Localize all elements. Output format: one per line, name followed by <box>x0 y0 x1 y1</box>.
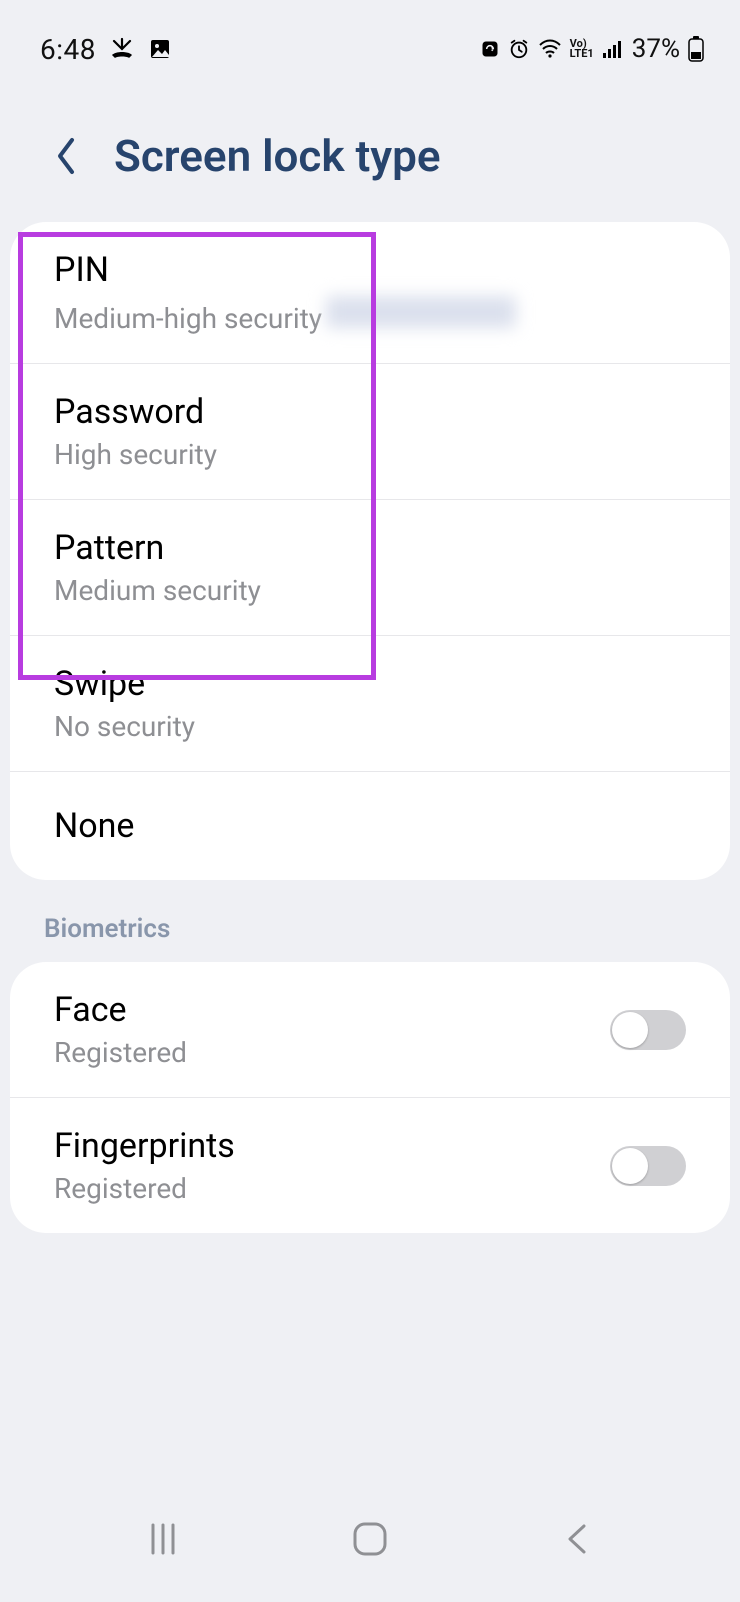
alarm-icon <box>508 38 530 60</box>
battery-text: 37% <box>632 34 680 64</box>
biometrics-card: Face Registered Fingerprints Registered <box>10 962 730 1233</box>
missed-call-icon <box>110 37 134 61</box>
fingerprints-toggle[interactable] <box>610 1146 686 1186</box>
back-button[interactable] <box>46 136 86 176</box>
option-pattern-sub: Medium security <box>54 574 261 607</box>
section-biometrics-header: Biometrics <box>0 880 740 962</box>
signal-icon <box>602 39 624 59</box>
wifi-icon <box>538 39 562 59</box>
nav-recents[interactable] <box>118 1509 208 1569</box>
option-none-title: None <box>54 806 134 846</box>
page-header: Screen lock type <box>0 70 740 222</box>
status-left: 6:48 <box>40 33 172 66</box>
battery-icon <box>688 36 704 62</box>
nav-home[interactable] <box>325 1509 415 1569</box>
status-right: Vo)LTE1 37% <box>480 34 704 64</box>
option-pin[interactable]: PIN Medium-high security <box>10 222 730 364</box>
nav-back[interactable] <box>532 1509 622 1569</box>
option-pin-title: PIN <box>54 250 516 290</box>
toggle-knob <box>612 1012 648 1048</box>
option-fingerprints-title: Fingerprints <box>54 1126 235 1166</box>
back-icon <box>562 1520 592 1558</box>
option-pin-sub: Medium-high security <box>54 302 322 335</box>
option-face[interactable]: Face Registered <box>10 962 730 1098</box>
option-swipe[interactable]: Swipe No security <box>10 636 730 772</box>
face-toggle[interactable] <box>610 1010 686 1050</box>
option-pattern-title: Pattern <box>54 528 261 568</box>
option-fingerprints[interactable]: Fingerprints Registered <box>10 1098 730 1233</box>
blurred-info <box>326 296 516 328</box>
status-bar: 6:48 Vo)LTE1 37% <box>0 0 740 70</box>
lock-options-card: PIN Medium-high security Password High s… <box>10 222 730 880</box>
page-title: Screen lock type <box>114 130 441 182</box>
option-password[interactable]: Password High security <box>10 364 730 500</box>
option-none[interactable]: None <box>10 772 730 880</box>
chevron-left-icon <box>54 136 78 176</box>
gallery-icon <box>148 37 172 61</box>
toggle-knob <box>612 1148 648 1184</box>
option-fingerprints-sub: Registered <box>54 1172 235 1205</box>
sync-icon <box>480 39 500 59</box>
option-swipe-sub: No security <box>54 710 195 743</box>
option-password-sub: High security <box>54 438 217 471</box>
volte-icon: Vo)LTE1 <box>570 39 594 59</box>
status-time: 6:48 <box>40 33 96 66</box>
recents-icon <box>145 1521 181 1557</box>
option-password-title: Password <box>54 392 217 432</box>
option-pattern[interactable]: Pattern Medium security <box>10 500 730 636</box>
system-navbar <box>0 1494 740 1602</box>
option-face-title: Face <box>54 990 187 1030</box>
home-icon <box>351 1520 389 1558</box>
option-face-sub: Registered <box>54 1036 187 1069</box>
option-swipe-title: Swipe <box>54 664 195 704</box>
